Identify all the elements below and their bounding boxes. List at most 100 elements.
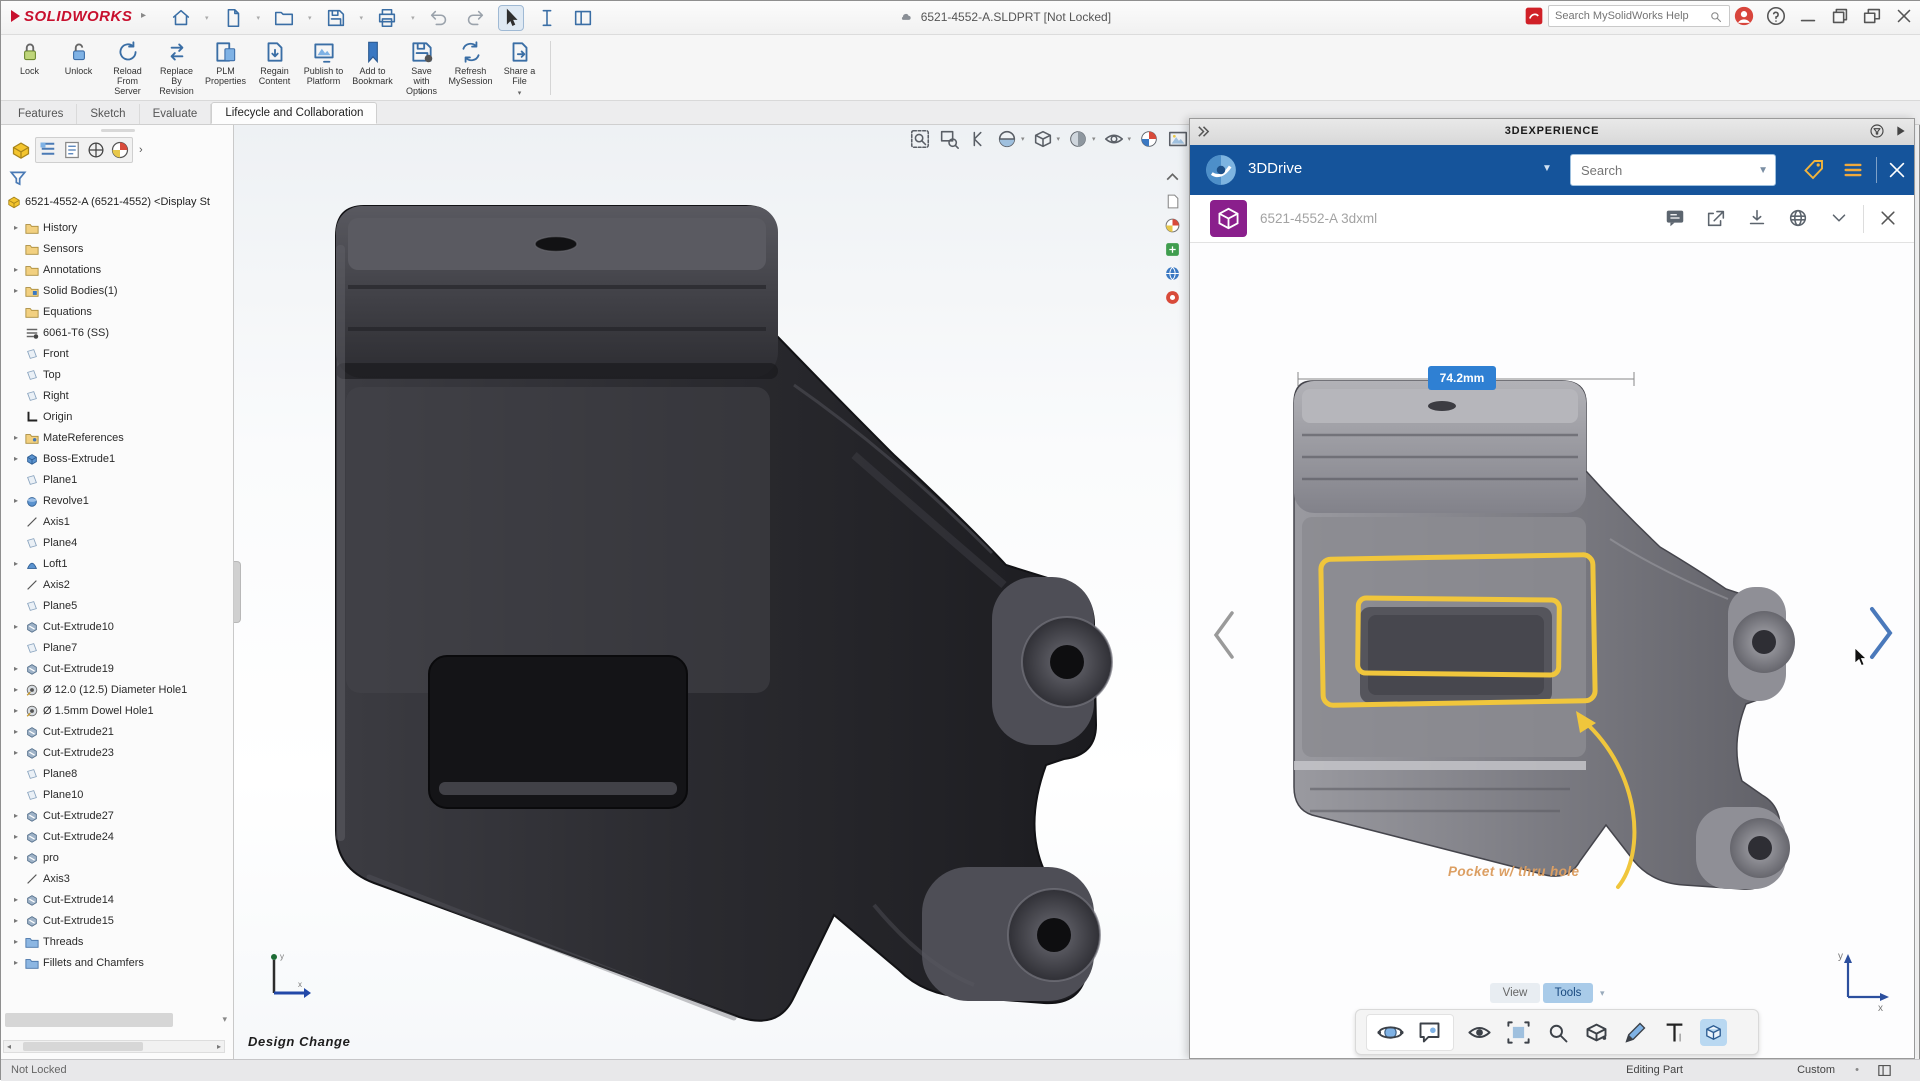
appearances-ball-icon[interactable] bbox=[1164, 217, 1181, 234]
select-cursor-icon[interactable] bbox=[499, 6, 523, 30]
previous-arrow-icon[interactable] bbox=[1210, 609, 1238, 661]
expand-arrow-icon[interactable]: ▸ bbox=[11, 433, 21, 442]
cm-button-publish-to-platform[interactable]: Publish to Platform bbox=[299, 37, 348, 97]
close-icon[interactable] bbox=[1893, 5, 1915, 27]
tree-item-solid-bodies-1[interactable]: ▸Solid Bodies(1) bbox=[1, 280, 233, 301]
markup-pencil-icon[interactable] bbox=[1622, 1019, 1649, 1046]
expand-arrow-icon[interactable]: ▸ bbox=[11, 454, 21, 463]
scroll-right-icon[interactable]: ▸ bbox=[217, 1042, 221, 1051]
expand-arrow-icon[interactable]: ▸ bbox=[11, 685, 21, 694]
restore-icon[interactable] bbox=[1829, 5, 1851, 27]
panel-search-input[interactable] bbox=[1570, 154, 1776, 186]
world-green-icon[interactable] bbox=[1164, 241, 1181, 258]
magnifier-icon[interactable] bbox=[1544, 1019, 1571, 1046]
cm-button-add-to-bookmark[interactable]: Add to Bookmark bbox=[348, 37, 397, 97]
minimize-icon[interactable] bbox=[1797, 5, 1819, 27]
expand-arrow-icon[interactable]: ▸ bbox=[11, 265, 21, 274]
expand-arrow-icon[interactable]: ▸ bbox=[11, 937, 21, 946]
tree-item-cut-extrude10[interactable]: ▸Cut-Extrude10 bbox=[1, 616, 233, 637]
panel-splitter-handle[interactable] bbox=[234, 561, 241, 623]
scrollbar-thumb[interactable] bbox=[23, 1042, 143, 1051]
dropdown-caret-icon[interactable]: ▾ bbox=[308, 14, 312, 22]
appearances-icon[interactable] bbox=[1138, 128, 1160, 150]
previous-view-icon[interactable] bbox=[967, 128, 989, 150]
panel-app-name[interactable]: 3DDrive bbox=[1248, 160, 1302, 177]
app-chevron-icon[interactable]: ▼ bbox=[1542, 163, 1552, 174]
expand-arrow-icon[interactable]: ▸ bbox=[11, 958, 21, 967]
tab-lifecycle-and-collaboration[interactable]: Lifecycle and Collaboration bbox=[211, 102, 377, 124]
target-red-icon[interactable] bbox=[1164, 289, 1181, 306]
expand-arrow-icon[interactable]: ▸ bbox=[11, 286, 21, 295]
dropdown-caret-icon[interactable]: ▾ bbox=[1021, 135, 1025, 143]
orbit-3d-icon[interactable] bbox=[1377, 1019, 1404, 1046]
tree-item-axis1[interactable]: Axis1 bbox=[1, 511, 233, 532]
dropdown-caret-icon[interactable]: ▾ bbox=[1128, 135, 1132, 143]
file-close-icon[interactable] bbox=[1878, 208, 1898, 228]
tree-item-right[interactable]: Right bbox=[1, 385, 233, 406]
tree-item-boss-extrude1[interactable]: ▸Boss-Extrude1 bbox=[1, 448, 233, 469]
tree-item-axis3[interactable]: Axis3 bbox=[1, 868, 233, 889]
tree-tabs-chevron-icon[interactable]: › bbox=[139, 144, 143, 156]
tree-item-sensors[interactable]: Sensors bbox=[1, 238, 233, 259]
tree-item-pro[interactable]: ▸pro bbox=[1, 847, 233, 868]
tree-item-plane8[interactable]: Plane8 bbox=[1, 763, 233, 784]
dropdown-caret-icon[interactable]: ▾ bbox=[1057, 135, 1061, 143]
user-avatar-icon[interactable] bbox=[1733, 5, 1755, 27]
property-manager-tab-icon[interactable] bbox=[60, 138, 84, 162]
tree-item-top[interactable]: Top bbox=[1, 364, 233, 385]
instant-toggle-icon[interactable] bbox=[535, 6, 559, 30]
tag-icon[interactable] bbox=[1802, 158, 1826, 182]
expand-arrow-icon[interactable]: ▸ bbox=[11, 853, 21, 862]
panel-play-icon[interactable] bbox=[1892, 123, 1908, 139]
panel-close-icon[interactable] bbox=[1886, 159, 1908, 181]
part-tab-icon[interactable] bbox=[9, 138, 33, 162]
dropdown-caret-icon[interactable]: ▾ bbox=[518, 89, 522, 97]
globe-blue-icon[interactable] bbox=[1164, 265, 1181, 282]
next-arrow-icon[interactable] bbox=[1866, 605, 1896, 661]
expand-arrow-icon[interactable]: ▸ bbox=[11, 748, 21, 757]
share-icon[interactable] bbox=[1705, 207, 1727, 229]
chevron-down-icon[interactable] bbox=[1828, 207, 1850, 229]
tree-item-origin[interactable]: Origin bbox=[1, 406, 233, 427]
tree-item-cut-extrude21[interactable]: ▸Cut-Extrude21 bbox=[1, 721, 233, 742]
collapse-arrow-icon[interactable] bbox=[1164, 169, 1181, 186]
tree-item-plane10[interactable]: Plane10 bbox=[1, 784, 233, 805]
expand-arrow-icon[interactable]: ▸ bbox=[11, 895, 21, 904]
tree-item-threads[interactable]: ▸Threads bbox=[1, 931, 233, 952]
section-view-icon[interactable] bbox=[996, 128, 1018, 150]
help-icon[interactable] bbox=[1765, 5, 1787, 27]
tree-item-cut-extrude15[interactable]: ▸Cut-Extrude15 bbox=[1, 910, 233, 931]
dropdown-caret-icon[interactable]: ▾ bbox=[360, 14, 364, 22]
tabs-chevron-icon[interactable]: ▾ bbox=[1600, 988, 1605, 999]
filter-icon[interactable] bbox=[9, 169, 27, 187]
display-style-icon[interactable] bbox=[1067, 128, 1089, 150]
configuration-tab-icon[interactable] bbox=[84, 138, 108, 162]
display-manager-tab-icon[interactable] bbox=[108, 138, 132, 162]
tree-item-matereferences[interactable]: ▸MateReferences bbox=[1, 427, 233, 448]
tree-item-plane7[interactable]: Plane7 bbox=[1, 637, 233, 658]
tree-item-plane5[interactable]: Plane5 bbox=[1, 595, 233, 616]
tree-item-equations[interactable]: Equations bbox=[1, 301, 233, 322]
expand-arrow-icon[interactable]: ▸ bbox=[11, 223, 21, 232]
view-cube-icon[interactable] bbox=[1700, 1019, 1727, 1046]
cm-button-reload-from-server[interactable]: Reload From Server bbox=[103, 37, 152, 97]
dropdown-caret-icon[interactable]: ▾ bbox=[1092, 135, 1096, 143]
cm-button-refresh-mysession[interactable]: Refresh MySession bbox=[446, 37, 495, 97]
cm-button-lock[interactable]: Lock bbox=[5, 37, 54, 97]
tree-item-cut-extrude14[interactable]: ▸Cut-Extrude14 bbox=[1, 889, 233, 910]
save-icon[interactable] bbox=[324, 6, 348, 30]
tree-item-plane1[interactable]: Plane1 bbox=[1, 469, 233, 490]
comment-mode-icon[interactable] bbox=[1416, 1019, 1443, 1046]
undo-icon[interactable] bbox=[427, 6, 451, 30]
view-settings-icon[interactable] bbox=[1167, 128, 1189, 150]
info-globe-icon[interactable] bbox=[1787, 207, 1809, 229]
tree-root-node[interactable]: 6521-4552-A (6521-4552) <Display St bbox=[7, 195, 210, 209]
zoom-fit-area-icon[interactable] bbox=[1505, 1019, 1532, 1046]
expand-arrow-icon[interactable]: ▸ bbox=[11, 664, 21, 673]
tree-item-cut-extrude27[interactable]: ▸Cut-Extrude27 bbox=[1, 805, 233, 826]
display-pane-icon[interactable] bbox=[571, 6, 595, 30]
cm-button-unlock[interactable]: Unlock bbox=[54, 37, 103, 97]
3dexperience-compass-icon[interactable] bbox=[1204, 153, 1238, 187]
panel-preview-canvas[interactable]: yx bbox=[1190, 119, 1914, 1058]
panel-filter-icon[interactable] bbox=[1869, 123, 1885, 139]
